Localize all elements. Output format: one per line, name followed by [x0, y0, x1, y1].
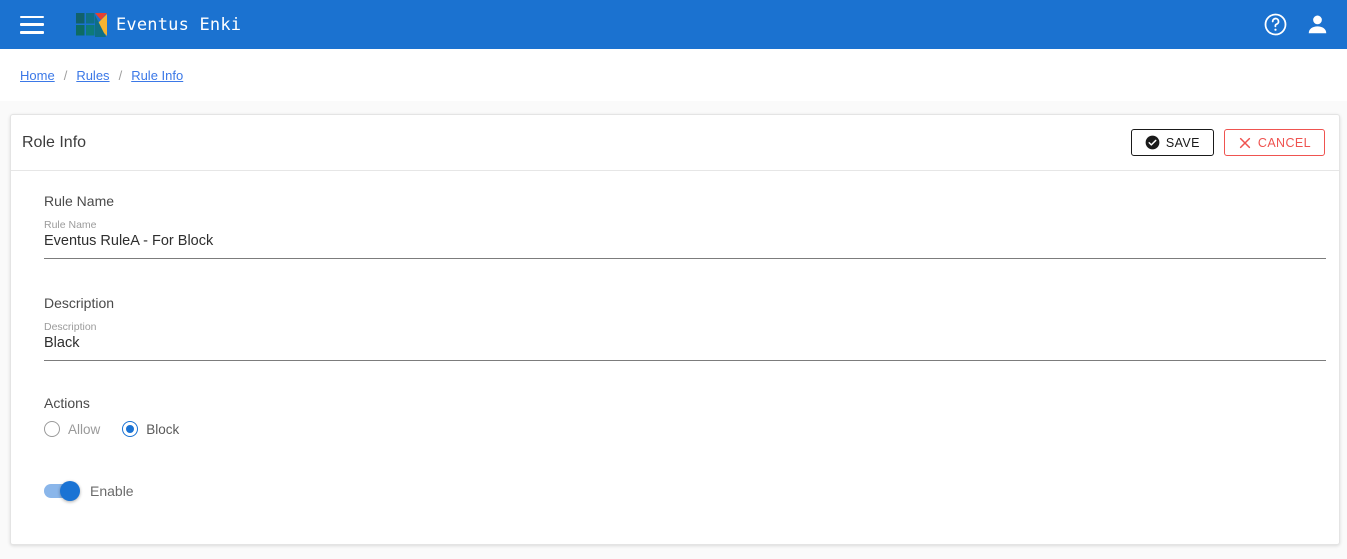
actions-radio-group: Allow Block — [44, 421, 1323, 437]
radio-option-allow[interactable]: Allow — [44, 421, 100, 437]
cancel-button-label: CANCEL — [1257, 135, 1311, 150]
enable-toggle[interactable] — [44, 481, 80, 501]
hamburger-menu-icon[interactable] — [20, 15, 44, 34]
breadcrumb-separator: / — [118, 67, 123, 83]
save-button[interactable]: SAVE — [1130, 129, 1214, 156]
rule-name-input[interactable]: Eventus RuleA - For Block — [44, 233, 1326, 259]
hamburger-bar — [20, 15, 44, 18]
enable-toggle-label: Enable — [90, 483, 134, 499]
brand-title: Eventus Enki — [116, 14, 242, 35]
rule-name-field-group: Rule Name Rule Name Eventus RuleA - For … — [44, 193, 1326, 259]
save-button-label: SAVE — [1165, 135, 1200, 150]
actions-section-label: Actions — [44, 395, 90, 411]
description-field-group: Description Description Black — [44, 295, 1326, 361]
toggle-knob — [60, 481, 80, 501]
rule-name-section-label: Rule Name — [44, 193, 115, 209]
breadcrumb-item-home[interactable]: Home — [20, 68, 55, 83]
page-title: Role Info — [22, 133, 87, 151]
breadcrumb-separator: / — [63, 67, 68, 83]
breadcrumb-item-rule-info[interactable]: Rule Info — [131, 68, 183, 83]
role-info-card: Role Info SAVE CANCEL Rule Name Rule Nam… — [10, 114, 1340, 545]
check-circle-icon — [1145, 135, 1160, 150]
radio-option-allow-label: Allow — [68, 421, 101, 437]
card-action-buttons: SAVE CANCEL — [1130, 129, 1325, 156]
eventus-enki-logo-icon — [76, 12, 107, 37]
radio-option-block[interactable]: Block — [122, 421, 179, 437]
account-person-icon[interactable] — [1303, 11, 1331, 39]
description-input[interactable]: Black — [44, 335, 1326, 361]
description-float-label: Description — [44, 321, 97, 333]
enable-toggle-row: Enable — [44, 481, 1323, 501]
radio-option-block-label: Block — [146, 421, 180, 437]
radio-checked-icon[interactable] — [122, 421, 139, 437]
card-header: Role Info SAVE CANCEL — [11, 115, 1339, 171]
description-section-label: Description — [44, 295, 115, 311]
help-circle-icon[interactable] — [1261, 11, 1289, 39]
breadcrumb-item-rules[interactable]: Rules — [76, 68, 109, 83]
brand[interactable]: Eventus Enki — [76, 10, 241, 40]
hamburger-bar — [20, 23, 44, 26]
hamburger-bar — [20, 31, 44, 34]
close-x-icon — [1239, 137, 1251, 148]
top-app-bar: Eventus Enki — [0, 0, 1347, 49]
rule-name-float-label: Rule Name — [44, 219, 97, 231]
card-body: Rule Name Rule Name Eventus RuleA - For … — [11, 171, 1339, 501]
radio-unchecked-icon[interactable] — [44, 421, 60, 437]
actions-field-group: Actions Allow Block — [44, 395, 1323, 437]
breadcrumb: Home / Rules / Rule Info — [0, 49, 1347, 101]
appbar-actions — [1261, 0, 1331, 49]
cancel-button[interactable]: CANCEL — [1223, 129, 1325, 156]
